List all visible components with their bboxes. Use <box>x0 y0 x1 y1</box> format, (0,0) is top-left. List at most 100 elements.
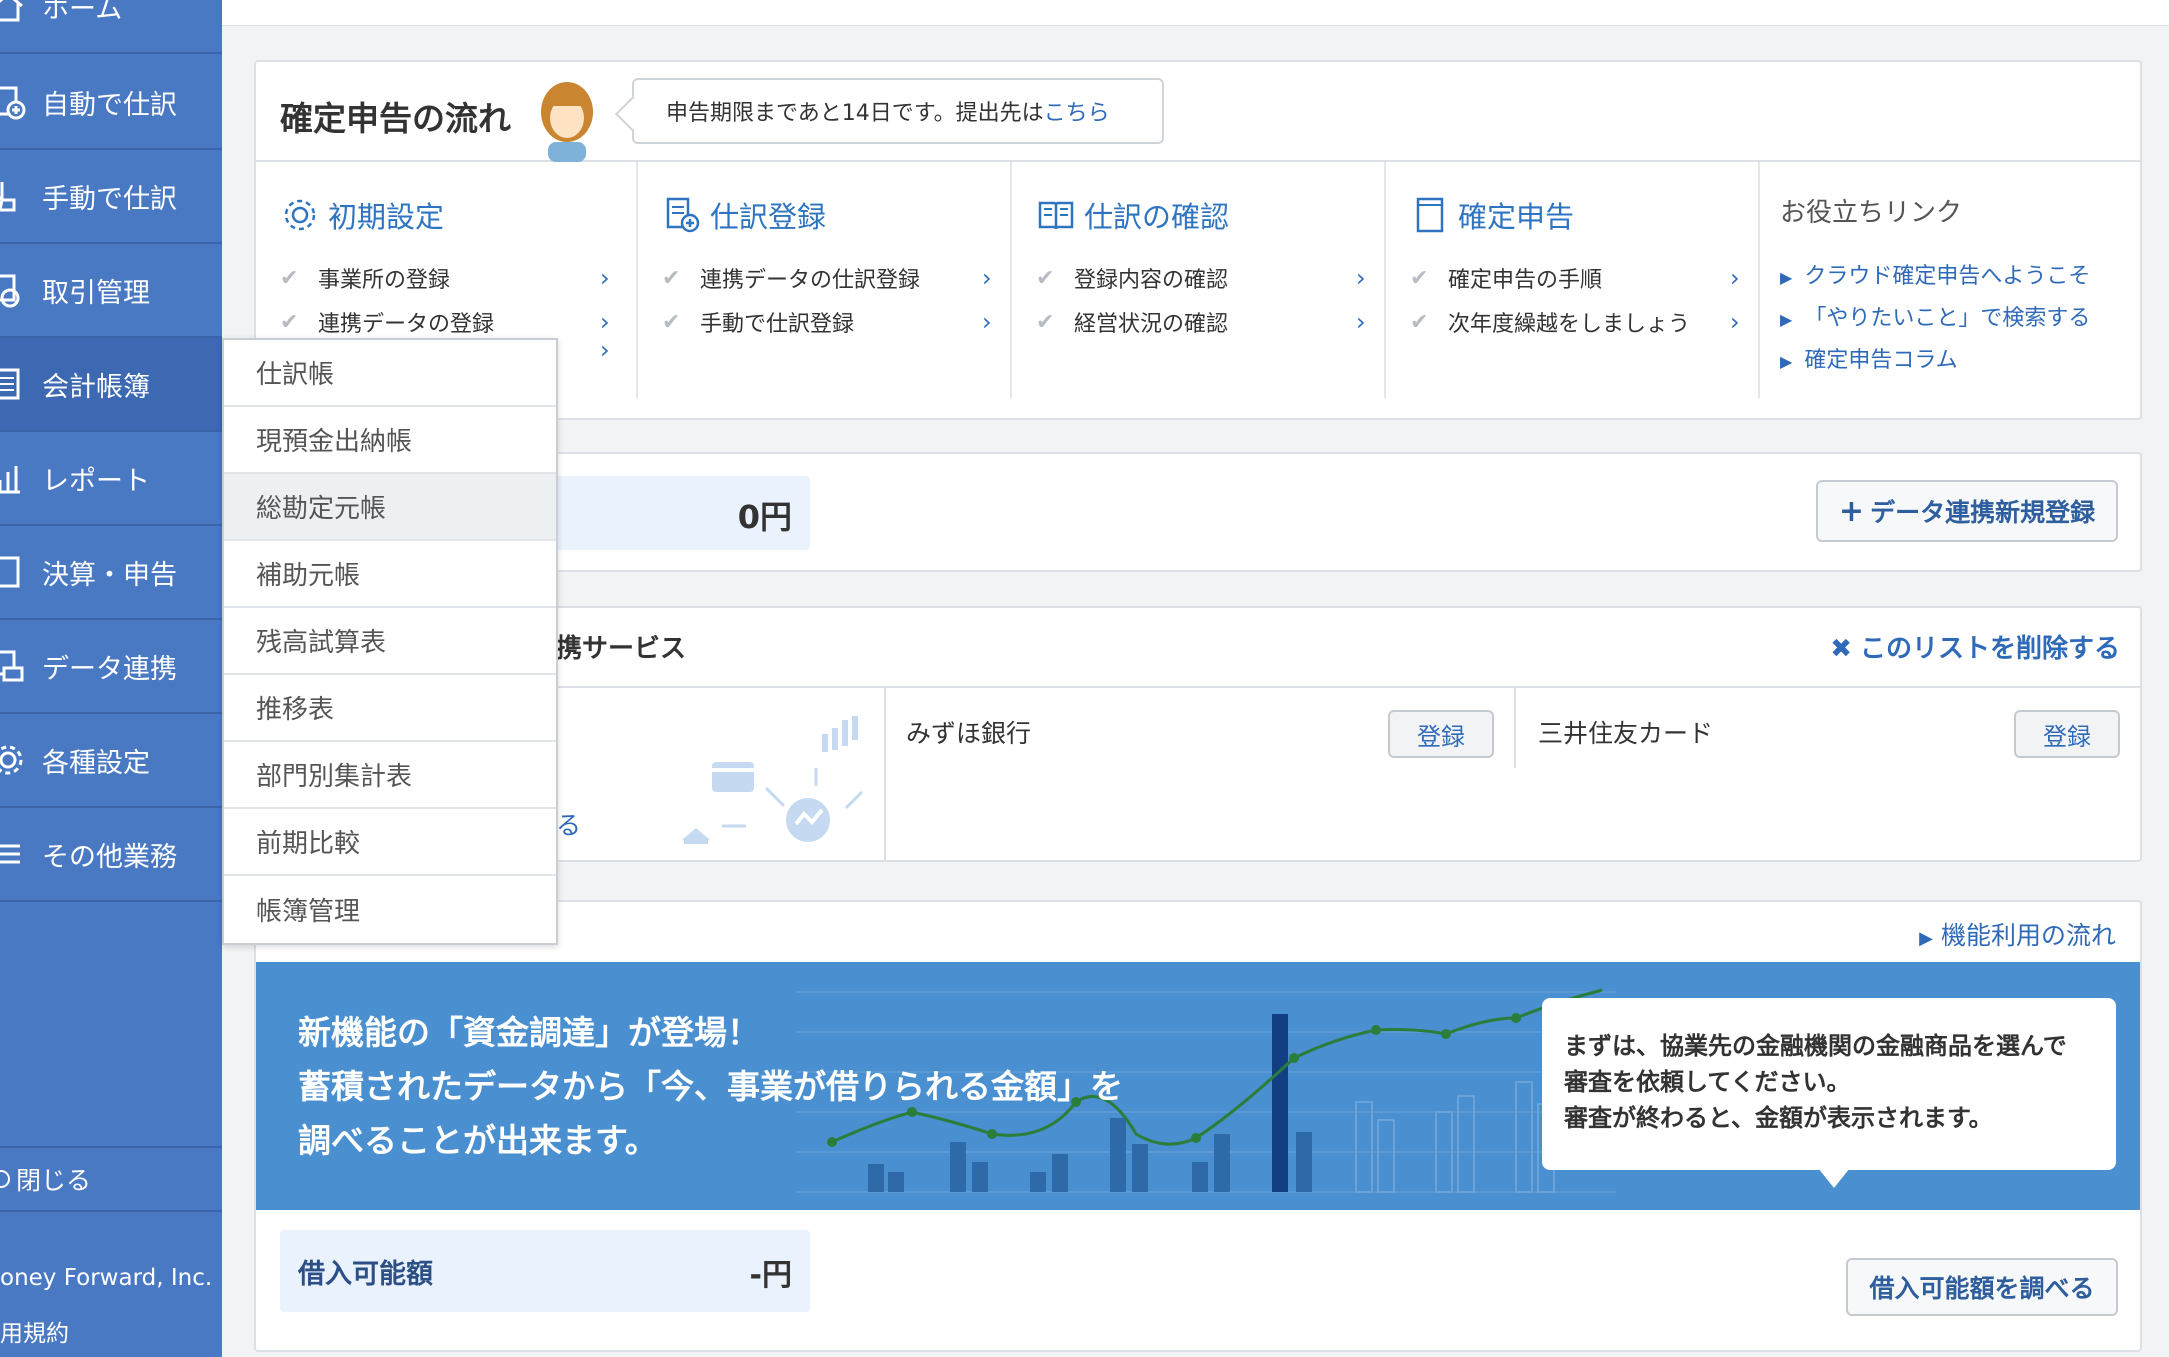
sidebar-item-report[interactable]: レポート <box>0 432 222 526</box>
submenu-item[interactable]: 残高試算表 <box>224 608 556 675</box>
useful-links-heading: お役立ちリンク <box>1780 198 1963 228</box>
submenu-item[interactable]: 仕訳帳 <box>224 340 556 407</box>
submenu-item[interactable]: 前期比較 <box>224 809 556 876</box>
useful-link[interactable]: ▶ クラウド確定申告へようこそ <box>1780 258 2090 290</box>
manual-entry-icon <box>0 174 30 218</box>
useful-link[interactable]: ▶ 確定申告コラム <box>1780 342 1958 374</box>
sidebar-item-label: 決算・申告 <box>42 559 177 591</box>
task-item[interactable]: ✔ 経営状況の確認 › <box>1036 306 1376 338</box>
funding-banner[interactable]: 新機能の「資金調達」が登場！ 蓄積されたデータから「今、事業が借りられる金額」を… <box>256 962 2140 1210</box>
flow-column-filing: 確定申告 ✔ 確定申告の手順 › ✔ 次年度繰越をしましょう › <box>1386 162 1760 398</box>
sidebar-item-label: 各種設定 <box>42 747 150 779</box>
ledger-submenu: 仕訳帳 現預金出納帳 総勘定元帳 補助元帳 残高試算表 推移表 部門別集計表 前… <box>222 338 558 945</box>
transaction-icon <box>0 268 30 312</box>
loan-amount-box: 借入可能額 -円 <box>280 1230 810 1312</box>
sidebar-item-label: 自動で仕訳 <box>42 89 177 121</box>
service-name: 三井住友カード <box>1538 719 1714 748</box>
task-item[interactable]: ✔ 確定申告の手順 › <box>1410 262 1750 294</box>
entry-register-icon <box>666 197 700 233</box>
ledger-icon <box>0 362 30 406</box>
tax-flow-header: 確定申告の流れ 申告期限まであと14日です。提出先は こちら <box>256 62 2140 162</box>
auto-entry-icon <box>0 80 30 124</box>
loan-amount-label: 借入可能額 <box>298 1259 433 1290</box>
sidebar-item-transactions[interactable]: 取引管理 <box>0 244 222 338</box>
funding-panel: ▶ 機能利用の流れ 新機能の「資金調達」が登場！ 蓄積されたデータから「今、事業… <box>254 900 2142 1352</box>
loan-amount-value: -円 <box>749 1258 792 1293</box>
submission-link[interactable]: こちら <box>1044 95 1110 127</box>
sidebar-item-manual-entry[interactable]: 手動で仕訳 <box>0 150 222 244</box>
deadline-notice: 申告期限まであと14日です。提出先は こちら <box>632 78 1164 144</box>
sidebar-item-label: その他業務 <box>42 841 177 873</box>
service-register-button[interactable]: 登録 <box>2014 710 2120 758</box>
submenu-item[interactable]: 部門別集計表 <box>224 742 556 809</box>
useful-links: お役立ちリンク ▶ クラウド確定申告へようこそ ▶ 「やりたいこと」で検索する ▶ 確… <box>1760 162 2140 398</box>
footer-terms-link[interactable]: 用規約 <box>0 1306 212 1357</box>
task-item[interactable]: ✔ 登録内容の確認 › <box>1036 262 1376 294</box>
sidebar-item-data-link[interactable]: データ連携 <box>0 620 222 714</box>
sidebar-item-closing[interactable]: 決算・申告 <box>0 526 222 620</box>
chevron-right-icon: › <box>600 264 610 292</box>
submenu-item[interactable]: 総勘定元帳 <box>224 474 556 541</box>
chevron-right-icon: › <box>1356 264 1366 292</box>
flow-column-review: 仕訳の確認 ✔ 登録内容の確認 › ✔ 経営状況の確認 › <box>1012 162 1386 398</box>
services-partial-text: る <box>556 811 582 840</box>
sidebar-item-label: レポート <box>42 465 150 497</box>
sidebar-item-label: 手動で仕訳 <box>42 183 177 215</box>
service-name: みずほ銀行 <box>906 719 1032 748</box>
sidebar-item-auto-entry[interactable]: 自動で仕訳 <box>0 56 222 150</box>
task-item[interactable]: ✔ 手動で仕訳登録 › <box>662 306 1002 338</box>
close-icon: ✖ <box>1830 634 1852 664</box>
service-register-button[interactable]: 登録 <box>1388 710 1494 758</box>
chevron-right-icon: › <box>1730 264 1740 292</box>
chevron-right-icon: › <box>1730 308 1740 336</box>
check-icon: ✔ <box>1410 265 1429 291</box>
plus-icon: + <box>1838 493 1865 529</box>
check-icon: ✔ <box>280 265 299 291</box>
task-item[interactable]: ✔ 事業所の登録 › <box>280 262 620 294</box>
triangle-right-icon: ▶ <box>1780 268 1793 287</box>
sidebar-item-label: 取引管理 <box>42 277 150 309</box>
check-icon: ✔ <box>280 309 299 335</box>
submenu-item[interactable]: 推移表 <box>224 675 556 742</box>
service-item: みずほ銀行 登録 <box>886 688 1516 768</box>
linked-services-title: 携サービス <box>556 634 687 664</box>
flow-heading-review[interactable]: 仕訳の確認 <box>1036 194 1229 236</box>
sidebar-item-ledger[interactable]: 会計帳簿 <box>0 338 222 432</box>
triangle-right-icon: ▶ <box>1780 310 1793 329</box>
submenu-item[interactable]: 補助元帳 <box>224 541 556 608</box>
footer-company: oney Forward, Inc. <box>0 1265 213 1291</box>
sidebar-item-other[interactable]: その他業務 <box>0 808 222 902</box>
sidebar-item-settings[interactable]: 各種設定 <box>0 714 222 808</box>
check-loan-amount-button[interactable]: 借入可能額を調べる <box>1846 1258 2118 1316</box>
menu-icon <box>0 832 30 876</box>
book-icon <box>1038 201 1074 230</box>
task-item[interactable]: ✔ 連携データの登録 › <box>280 306 620 338</box>
useful-link[interactable]: ▶ 「やりたいこと」で検索する <box>1780 300 2090 332</box>
submenu-item[interactable]: 帳簿管理 <box>224 876 556 943</box>
submenu-item[interactable]: 現預金出納帳 <box>224 407 556 474</box>
document-icon <box>1416 197 1444 233</box>
funding-tooltip: まずは、協業先の金融機関の金融商品を選んで 審査を依頼してください。 審査が終わ… <box>1542 998 2116 1188</box>
sidebar-close-button[interactable]: 閉じる <box>0 1146 222 1212</box>
flow-heading-filing[interactable]: 確定申告 <box>1410 194 1574 236</box>
chevron-right-icon: › <box>600 336 610 364</box>
task-item[interactable]: ✔ 連携データの仕訳登録 › <box>662 262 1002 294</box>
flow-heading-initial-setup[interactable]: 初期設定 <box>280 194 444 236</box>
tax-flow-title: 確定申告の流れ <box>280 99 511 138</box>
closing-icon <box>0 550 30 594</box>
flow-heading-entry[interactable]: 仕訳登録 <box>662 194 826 236</box>
sidebar: ホーム 自動で仕訳 手動で仕訳 取引管理 会計帳簿 レポート 決算・申告 データ… <box>0 0 222 1357</box>
data-link-register-button[interactable]: + データ連携新規登録 <box>1816 480 2118 542</box>
data-link-icon <box>0 644 30 688</box>
check-icon: ✔ <box>1036 265 1055 291</box>
home-icon <box>0 0 30 28</box>
check-icon: ✔ <box>1036 309 1055 335</box>
feature-flow-link[interactable]: ▶ 機能利用の流れ <box>1919 916 2116 952</box>
delete-list-button[interactable]: ✖ このリストを削除する <box>1830 628 2120 665</box>
sidebar-item-home[interactable]: ホーム <box>0 0 222 54</box>
services-illustration-icon <box>682 716 864 844</box>
sidebar-close-label: 閉じる <box>16 1166 92 1195</box>
task-item[interactable]: ✔ 次年度繰越をしましょう › <box>1410 306 1750 338</box>
chevron-right-icon: › <box>600 308 610 336</box>
gear-icon <box>284 199 316 231</box>
